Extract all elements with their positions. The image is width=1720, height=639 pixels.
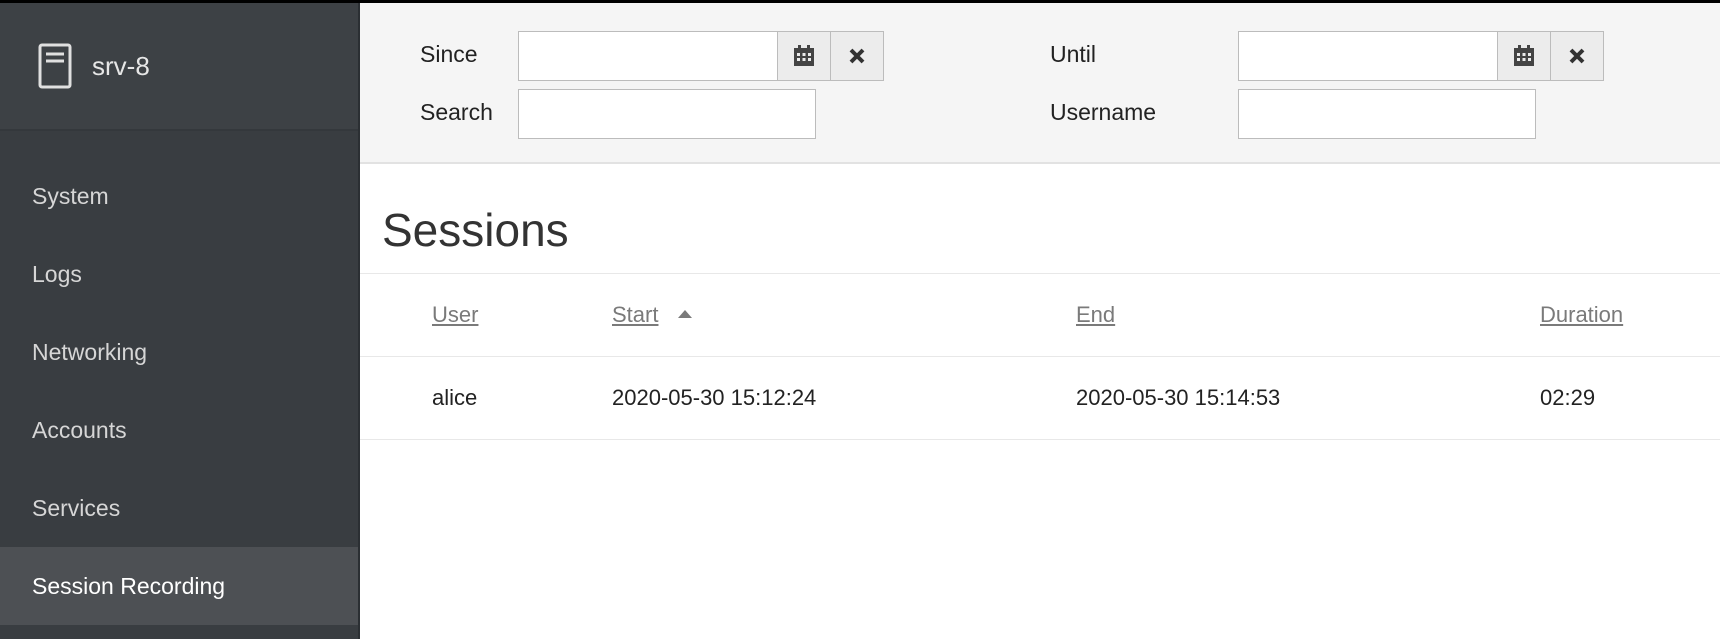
host-name: srv-8: [92, 50, 150, 81]
server-icon: [38, 43, 72, 89]
table-row[interactable]: alice 2020-05-30 15:12:24 2020-05-30 15:…: [360, 356, 1720, 440]
sidebar-item-session-recording[interactable]: Session Recording: [0, 547, 358, 625]
sidebar-item-label: System: [32, 182, 109, 209]
until-clear-button[interactable]: [1550, 31, 1604, 81]
sidebar-item-label: Networking: [32, 338, 148, 365]
sidebar-nav: System Logs Networking Accounts Services…: [0, 157, 358, 625]
sidebar-item-label: Logs: [32, 260, 82, 287]
column-header-start[interactable]: Start: [612, 302, 658, 328]
since-calendar-button[interactable]: [777, 31, 831, 81]
sidebar-item-label: Session Recording: [32, 572, 226, 599]
sidebar-item-logs[interactable]: Logs: [0, 235, 358, 313]
close-icon: [1569, 48, 1585, 64]
page-title: Sessions: [382, 204, 569, 256]
search-input[interactable]: [518, 89, 816, 139]
sidebar-item-services[interactable]: Services: [0, 469, 358, 547]
since-label: Since: [420, 41, 478, 67]
close-icon: [849, 48, 865, 64]
table-header-row: User Start End Duration: [360, 273, 1720, 356]
until-input[interactable]: [1238, 31, 1498, 81]
app-window: srv-8 System Logs Networking Accounts Se…: [0, 3, 1720, 639]
sessions-table: User Start End Duration alice 2020-05-30…: [360, 273, 1720, 440]
filter-bar: Since Until Search Username: [360, 3, 1720, 164]
sidebar: srv-8 System Logs Networking Accounts Se…: [0, 3, 360, 639]
cell-user: alice: [432, 385, 478, 410]
cell-start: 2020-05-30 15:12:24: [612, 385, 817, 410]
sidebar-item-label: Accounts: [32, 416, 127, 443]
since-input[interactable]: [518, 31, 778, 81]
column-header-user[interactable]: User: [432, 302, 478, 328]
until-label: Until: [1050, 41, 1097, 67]
until-calendar-button[interactable]: [1497, 31, 1551, 81]
column-header-end[interactable]: End: [1076, 302, 1115, 328]
column-header-duration[interactable]: Duration: [1540, 302, 1623, 328]
main-content: Since Until Search Username Sessions Use…: [360, 3, 1720, 639]
sidebar-item-accounts[interactable]: Accounts: [0, 391, 358, 469]
username-label: Username: [1050, 99, 1157, 125]
column-header-label: Start: [612, 302, 659, 327]
sidebar-item-label: Services: [32, 494, 121, 521]
search-label: Search: [420, 99, 493, 125]
host-header[interactable]: srv-8: [0, 3, 358, 131]
cell-end: 2020-05-30 15:14:53: [1076, 385, 1281, 410]
username-input[interactable]: [1238, 89, 1536, 139]
sidebar-item-networking[interactable]: Networking: [0, 313, 358, 391]
cell-duration: 02:29: [1540, 385, 1596, 410]
sort-ascending-icon: [678, 310, 692, 318]
calendar-icon: [794, 45, 814, 66]
sidebar-item-system[interactable]: System: [0, 157, 358, 235]
calendar-icon: [1514, 45, 1534, 66]
since-clear-button[interactable]: [830, 31, 884, 81]
